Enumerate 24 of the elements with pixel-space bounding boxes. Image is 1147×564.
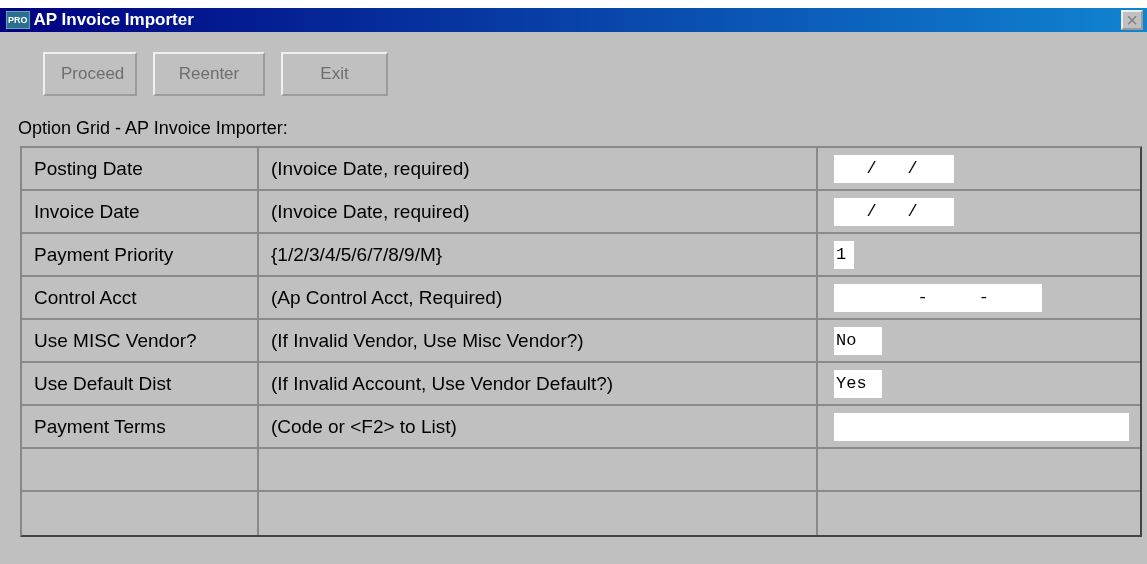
value-field[interactable]: / / [834,154,954,183]
description-cell: {1/2/3/4/5/6/7/8/9/M} [259,234,818,275]
description-cell: (Code or <F2> to List) [259,406,818,447]
option-cell: Payment Terms [22,406,259,447]
value-field[interactable]: - - [834,283,1042,312]
grid-title: Option Grid - AP Invoice Importer: [18,118,289,140]
description-cell: (Ap Control Acct, Required) [259,277,818,318]
value-field[interactable] [834,412,1129,441]
description-cell: (Invoice Date, required) [259,148,818,189]
description-cell: (If Invalid Vendor, Use Misc Vendor?) [259,320,818,361]
option-cell: Posting Date [22,148,259,189]
option-cell: Control Acct [22,277,259,318]
description-cell: (If Invalid Account, Use Vendor Default?) [259,363,818,404]
app-icon: PRO [6,11,30,29]
description-cell: (Invoice Date, required) [259,191,818,232]
value-field[interactable]: 1 [834,240,854,269]
option-cell: Payment Priority [22,234,259,275]
value-field[interactable]: Yes [834,369,882,398]
option-cell: Invoice Date [22,191,259,232]
option-cell: Use MISC Vendor? [22,320,259,361]
value-field[interactable]: No [834,326,882,355]
window-title: AP Invoice Importer [33,10,195,30]
value-field[interactable]: / / [834,197,954,226]
option-cell: Use Default Dist [22,363,259,404]
